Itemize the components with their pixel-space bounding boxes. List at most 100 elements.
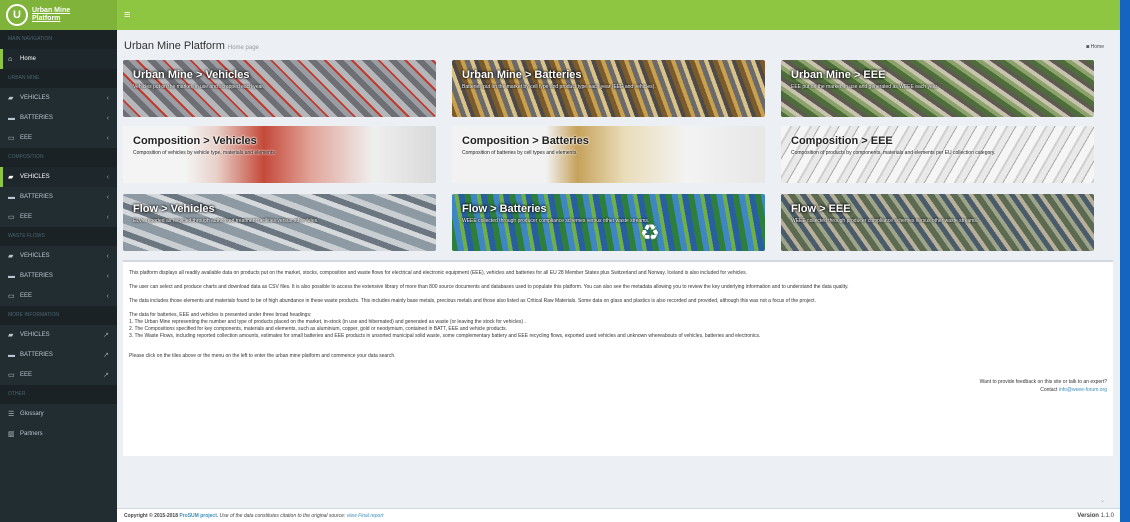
feedback-block: Want to provide feedback on this site or… [980,378,1107,394]
info-heading-3: 3. The Waste Flows, including reported c… [129,333,761,339]
sidebar-header-more-information: MORE INFORMATION [0,306,117,325]
tile-title: Urban Mine > Batteries [462,69,582,81]
sidebar-item-partners[interactable]: ▥ Partners [0,424,117,444]
logo-mark-icon: U [6,4,28,26]
tile-flow-eee[interactable]: Flow > EEE WEEE collected through produc… [781,194,1094,251]
sidebar-item-composition-batteries[interactable]: ▬ BATTERIES ‹ [0,187,117,207]
top-header-bar: U Urban Mine Platform ≡ [0,0,1130,30]
sidebar-header-composition: COMPOSITION [0,148,117,167]
sidebar-item-urban-mine-vehicles[interactable]: ▰ VEHICLES ‹ [0,88,117,108]
tile-description: WEEE collected through producer complian… [462,218,650,224]
tile-title: Flow > Vehicles [133,203,215,215]
sidebar-item-more-eee[interactable]: ▭ EEE ↗ [0,365,117,385]
sidebar-item-label: Glossary [20,411,44,417]
tile-flow-batteries[interactable]: Flow > Batteries WEEE collected through … [452,194,765,251]
car-icon: ▰ [8,253,14,260]
external-link-icon: ↗ [103,352,109,359]
external-link-icon: ↗ [103,372,109,379]
prosum-project-link[interactable]: ProSUM project. [179,513,218,519]
sidebar-item-urban-mine-eee[interactable]: ▭ EEE ‹ [0,128,117,148]
tile-title: Composition > Vehicles [133,135,257,147]
page-subtitle: Home page [227,45,259,51]
right-scroll-strip[interactable] [1120,0,1130,522]
breadcrumb[interactable]: ◙ Home [1086,44,1104,50]
battery-icon: ▬ [8,351,15,359]
info-paragraph-1: This platform displays all readily avail… [129,270,747,276]
tile-description: ELVs reported as recycled through author… [133,218,319,224]
sidebar-item-label: EEE [20,372,33,378]
chevron-left-icon: ‹ [106,114,109,122]
feedback-text: Want to provide feedback on this site or… [979,379,1107,385]
sidebar-item-waste-vehicles[interactable]: ▰ VEHICLES ‹ [0,246,117,266]
sidebar-item-label: BATTERIES [20,273,53,279]
tile-description: Composition of products by components, m… [791,150,996,156]
sidebar-header-urban-mine: URBAN MINE [0,69,117,88]
chevron-left-icon: ‹ [106,213,109,221]
tile-flow-vehicles[interactable]: Flow > Vehicles ELVs reported as recycle… [123,194,436,251]
sidebar-item-label: BATTERIES [20,115,53,121]
monitor-icon: ▭ [8,293,15,300]
sidebar-item-waste-batteries[interactable]: ▬ BATTERIES ‹ [0,266,117,286]
sidebar-item-urban-mine-batteries[interactable]: ▬ BATTERIES ‹ [0,108,117,128]
logo-text: Urban Mine Platform [32,7,70,23]
tile-composition-batteries[interactable]: Composition > Batteries Composition of b… [452,126,765,183]
monitor-icon: ▭ [8,372,15,379]
tile-title: Composition > Batteries [462,135,589,147]
info-paragraph-instructions: Please click on the tiles above or the m… [129,353,396,359]
external-link-icon: ↗ [103,332,109,339]
tile-composition-eee[interactable]: Composition > EEE Composition of product… [781,126,1094,183]
sidebar-item-more-batteries[interactable]: ▬ BATTERIES ↗ [0,345,117,365]
sidebar-item-label: EEE [20,214,33,220]
sidebar-item-label: BATTERIES [20,194,53,200]
breadcrumb-home: Home [1090,44,1104,50]
chevron-left-icon: ‹ [106,134,109,142]
battery-icon: ▬ [8,272,15,280]
sidebar-header-main-navigation: MAIN NAVIGATION [0,30,117,49]
menu-toggle-icon[interactable]: ≡ [124,9,130,21]
sidebar-item-composition-eee[interactable]: ▭ EEE ‹ [0,207,117,227]
version-info: Version 1.1.0 [1077,513,1114,519]
sidebar-item-composition-vehicles[interactable]: ▰ VEHICLES ‹ [0,167,117,187]
copyright-text: Copyright © 2015-2018 [124,513,178,519]
tile-description: Composition of batteries by cell types a… [462,150,578,156]
sidebar-item-home[interactable]: ⌂ Home [0,49,117,69]
sidebar-item-waste-eee[interactable]: ▭ EEE ‹ [0,286,117,306]
contact-line: Contact info@weee-forum.org [980,386,1107,394]
sidebar-item-label: VEHICLES [20,253,50,259]
sidebar-item-more-vehicles[interactable]: ▰ VEHICLES ↗ [0,325,117,345]
main-content: Urban Mine Platform Home page ◙ Home Urba… [117,30,1120,522]
info-paragraph-2: The user can select and produce charts a… [129,284,849,290]
battery-icon: ▬ [8,193,15,201]
sidebar-item-label: VEHICLES [20,95,50,101]
car-icon: ▰ [8,332,14,339]
sidebar-item-label: VEHICLES [20,174,50,180]
info-box: This platform displays all readily avail… [123,260,1113,456]
app-logo[interactable]: U Urban Mine Platform [0,0,117,30]
tile-title: Flow > Batteries [462,203,547,215]
logo-line-1: Urban Mine [32,7,71,14]
footer: Copyright © 2015-2018 ProSUM project. Us… [117,508,1120,522]
monitor-icon: ▭ [8,214,15,221]
sidebar-item-label: BATTERIES [20,352,53,358]
logo-line-2: Platform [32,15,61,22]
home-icon: ⌂ [8,55,13,63]
tile-title: Urban Mine > Vehicles [133,69,250,81]
sidebar-item-glossary[interactable]: ☰ Glossary [0,404,117,424]
tile-title: Composition > EEE [791,135,893,147]
sidebar-item-label: Partners [20,431,43,437]
tile-composition-vehicles[interactable]: Composition > Vehicles Composition of ve… [123,126,436,183]
tile-urban-mine-batteries[interactable]: Urban Mine > Batteries Batteries put on … [452,60,765,117]
info-headings-block: The data for batteries, EEE and vehicles… [129,312,760,340]
tile-description: Vehicles put on the market, in use and s… [133,84,265,90]
page-title: Urban Mine Platform Home page [124,40,259,52]
info-heading-2: 2. The Compositions specified for key co… [129,326,508,332]
contact-email-link[interactable]: info@weee-forum.org [1059,387,1107,393]
sidebar-header-waste-flows: WASTE FLOWS [0,227,117,246]
info-paragraph-3: The data includes those elements and mat… [129,298,816,304]
tile-urban-mine-eee[interactable]: Urban Mine > EEE EEE put on the market, … [781,60,1094,117]
tile-urban-mine-vehicles[interactable]: Urban Mine > Vehicles Vehicles put on th… [123,60,436,117]
sidebar-item-label: Home [20,56,37,62]
scroll-down-icon[interactable]: ⌄ [1100,497,1105,504]
final-report-link[interactable]: view Final report [347,513,384,519]
chevron-left-icon: ‹ [106,193,109,201]
